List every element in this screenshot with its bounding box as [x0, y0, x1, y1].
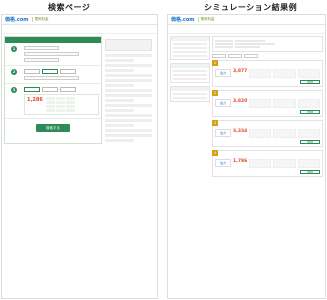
- detail-button[interactable]: 詳細: [300, 110, 320, 114]
- search-sidebar: [104, 36, 153, 144]
- site-logo-results[interactable]: 価格.com: [171, 16, 195, 23]
- results-sidebar: [170, 36, 210, 180]
- search-form: 1 2 3 1,286 検索する: [4, 36, 102, 144]
- results-page-panel: 価格.com 電気料金 1 電力 3,877 詳細 2 電力 3,820 詳細 …: [167, 14, 326, 299]
- plan-select[interactable]: [24, 58, 59, 62]
- search-button[interactable]: 検索する: [36, 124, 70, 132]
- search-topbar: 価格.com 電気料金: [2, 15, 157, 25]
- detail-button[interactable]: 詳細: [300, 140, 320, 144]
- area-select[interactable]: [24, 46, 59, 50]
- results-example-heading: シミュレーション結果例: [204, 3, 298, 12]
- step-3-icon: 3: [11, 87, 17, 93]
- results-title-bar: [168, 25, 325, 34]
- provider-logo: 電力: [215, 69, 231, 77]
- household-field[interactable]: [24, 76, 79, 80]
- result-card: 3 電力 3,334 詳細: [212, 120, 323, 147]
- provider-logo: 電力: [215, 129, 231, 137]
- results-topbar: 価格.com 電気料金: [168, 15, 325, 25]
- filter-panel-2[interactable]: [170, 63, 210, 83]
- usage-result: 1,286: [24, 94, 99, 115]
- option-a[interactable]: [24, 69, 40, 74]
- usage-value: 1,286: [27, 97, 43, 103]
- results-main: 1 電力 3,877 詳細 2 電力 3,820 詳細 3 電力 3,334 詳…: [212, 36, 323, 180]
- search-page-panel: 価格.com 電気料金 1 2 3 1,286 検索する: [1, 14, 158, 299]
- sort-bar: [212, 54, 323, 58]
- step-1-icon: 1: [11, 46, 17, 52]
- filter-panel-1[interactable]: [170, 36, 210, 60]
- usage-tab-3[interactable]: [60, 87, 76, 92]
- result-card: 4 電力 1,786 詳細: [212, 150, 323, 177]
- price-value: 3,334: [233, 129, 248, 134]
- result-card: 1 電力 3,877 詳細: [212, 60, 323, 87]
- usage-table: [45, 97, 75, 112]
- provider-logo: 電力: [215, 99, 231, 107]
- rank-badge: 3: [212, 120, 218, 126]
- price-value: 3,877: [233, 69, 248, 74]
- rank-badge: 4: [212, 150, 218, 156]
- step-2-icon: 2: [11, 69, 17, 75]
- usage-tab-1[interactable]: [24, 87, 40, 92]
- site-section-results: 電気料金: [197, 17, 215, 22]
- result-card: 2 電力 3,820 詳細: [212, 90, 323, 117]
- filter-panel-3[interactable]: [170, 86, 210, 102]
- price-value: 1,786: [233, 159, 248, 164]
- side-banner[interactable]: [105, 39, 152, 51]
- conditions-summary: [212, 36, 323, 52]
- sort-option-3[interactable]: [244, 54, 258, 58]
- site-logo[interactable]: 価格.com: [5, 16, 29, 23]
- rank-badge: 1: [212, 60, 218, 66]
- price-value: 3,820: [233, 99, 248, 104]
- sort-option-1[interactable]: [212, 54, 226, 58]
- option-b[interactable]: [42, 69, 58, 74]
- option-c[interactable]: [60, 69, 76, 74]
- detail-button[interactable]: 詳細: [300, 80, 320, 84]
- detail-button[interactable]: 詳細: [300, 170, 320, 174]
- step-2: 2: [5, 66, 101, 84]
- step-1: 1: [5, 43, 101, 66]
- usage-tab-2[interactable]: [42, 87, 58, 92]
- provider-logo: 電力: [215, 159, 231, 167]
- step-3: 3 1,286: [5, 84, 101, 119]
- search-page-heading: 検索ページ: [48, 3, 91, 12]
- rank-badge: 2: [212, 90, 218, 96]
- sort-option-2[interactable]: [228, 54, 242, 58]
- company-select[interactable]: [24, 52, 79, 56]
- site-section: 電気料金: [31, 17, 49, 22]
- page-title-bar: [2, 25, 157, 34]
